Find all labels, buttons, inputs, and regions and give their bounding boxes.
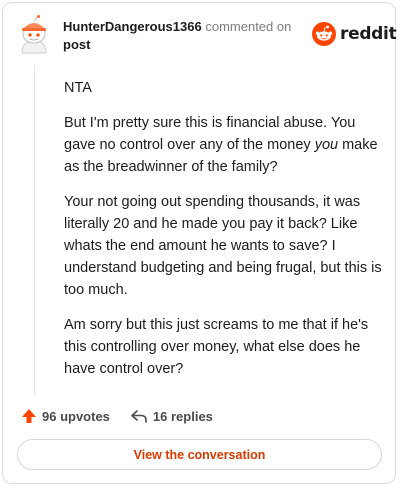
comment-header: HunterDangerous1366 commented on post xyxy=(63,18,308,54)
upvote-arrow-icon xyxy=(22,409,36,423)
post-link[interactable]: post xyxy=(63,37,90,52)
user-avatar-icon[interactable] xyxy=(17,15,51,55)
reddit-wordmark: reddit xyxy=(340,24,397,44)
comment-text: But I'm pretty sure this is financial ab… xyxy=(64,115,356,153)
commented-on-text: commented on xyxy=(205,19,292,34)
username-link[interactable]: HunterDangerous1366 xyxy=(63,19,202,34)
comment-body: NTA But I'm pretty sure this is financia… xyxy=(64,77,382,393)
view-conversation-button[interactable]: View the conversation xyxy=(17,439,382,470)
comment-actions: 96 upvotes 16 replies xyxy=(21,408,233,424)
reply-arrow-icon xyxy=(131,410,147,423)
comment-paragraph: Your not going out spending thousands, i… xyxy=(64,194,382,298)
thread-line xyxy=(34,65,35,395)
comment-paragraph: NTA xyxy=(64,80,92,96)
reply-count: 16 replies xyxy=(152,408,213,424)
comment-emphasis: you xyxy=(314,137,339,153)
comment-paragraph: Am sorry but this just screams to me tha… xyxy=(64,317,369,377)
comment-paragraph: But I'm pretty sure this is financial ab… xyxy=(64,112,382,178)
upvote-count: 96 upvotes xyxy=(42,408,110,424)
reddit-logo-icon xyxy=(312,22,336,46)
replies-button[interactable]: 16 replies xyxy=(130,408,213,424)
embedded-comment-card: HunterDangerous1366 commented on post re… xyxy=(2,2,397,484)
upvote-button[interactable]: 96 upvotes xyxy=(21,408,110,424)
reddit-logo[interactable]: reddit xyxy=(312,22,397,46)
